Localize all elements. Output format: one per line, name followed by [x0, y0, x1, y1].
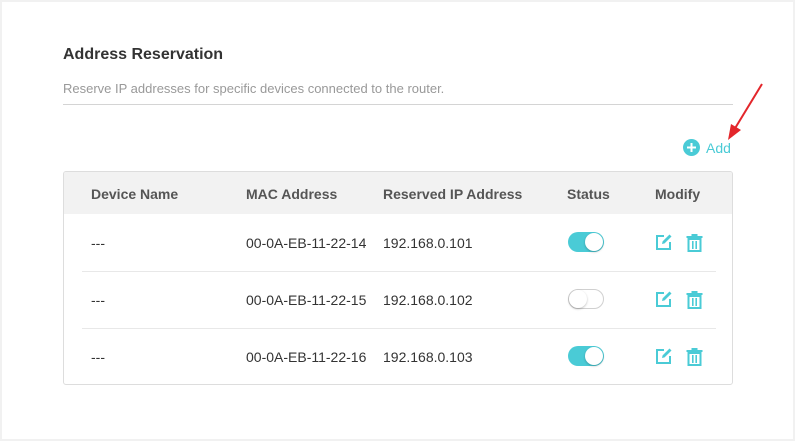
annotation-arrow-icon: [728, 83, 763, 140]
edit-icon[interactable]: [654, 233, 673, 252]
device-name-cell: ---: [91, 235, 105, 251]
table-row: --- 00-0A-EB-11-22-16 192.168.0.103: [82, 329, 716, 384]
reservation-table: Device Name MAC Address Reserved IP Addr…: [63, 171, 733, 385]
ip-address-cell: 192.168.0.102: [383, 292, 473, 308]
add-label: Add: [706, 139, 731, 156]
add-button[interactable]: Add: [683, 139, 731, 156]
table-row: --- 00-0A-EB-11-22-15 192.168.0.102: [82, 272, 716, 329]
toggle-knob: [569, 290, 587, 308]
header-device-name: Device Name: [91, 186, 179, 202]
trash-icon[interactable]: [685, 233, 704, 252]
table-row: --- 00-0A-EB-11-22-14 192.168.0.101: [82, 215, 716, 272]
edit-icon[interactable]: [654, 347, 673, 366]
header-modify: Modify: [655, 186, 701, 202]
section-divider: [63, 104, 733, 105]
mac-address-cell: 00-0A-EB-11-22-15: [246, 292, 367, 308]
status-toggle[interactable]: [568, 232, 604, 252]
table-header: Device Name MAC Address Reserved IP Addr…: [64, 172, 732, 214]
header-mac-address: MAC Address: [246, 186, 338, 202]
trash-icon[interactable]: [685, 347, 704, 366]
header-status: Status: [567, 186, 610, 202]
ip-address-cell: 192.168.0.101: [383, 235, 473, 251]
header-reserved-ip: Reserved IP Address: [383, 186, 523, 202]
address-reservation-panel: Address Reservation Reserve IP addresses…: [2, 2, 793, 439]
device-name-cell: ---: [91, 349, 105, 365]
toggle-knob: [585, 347, 603, 365]
device-name-cell: ---: [91, 292, 105, 308]
edit-icon[interactable]: [654, 290, 673, 309]
plus-circle-icon: [683, 139, 700, 156]
status-toggle[interactable]: [568, 289, 604, 309]
mac-address-cell: 00-0A-EB-11-22-14: [246, 235, 367, 251]
trash-icon[interactable]: [685, 290, 704, 309]
section-title: Address Reservation: [63, 46, 224, 63]
ip-address-cell: 192.168.0.103: [383, 349, 473, 365]
mac-address-cell: 00-0A-EB-11-22-16: [246, 349, 367, 365]
toggle-knob: [585, 233, 603, 251]
status-toggle[interactable]: [568, 346, 604, 366]
section-subtitle: Reserve IP addresses for specific device…: [63, 81, 445, 96]
